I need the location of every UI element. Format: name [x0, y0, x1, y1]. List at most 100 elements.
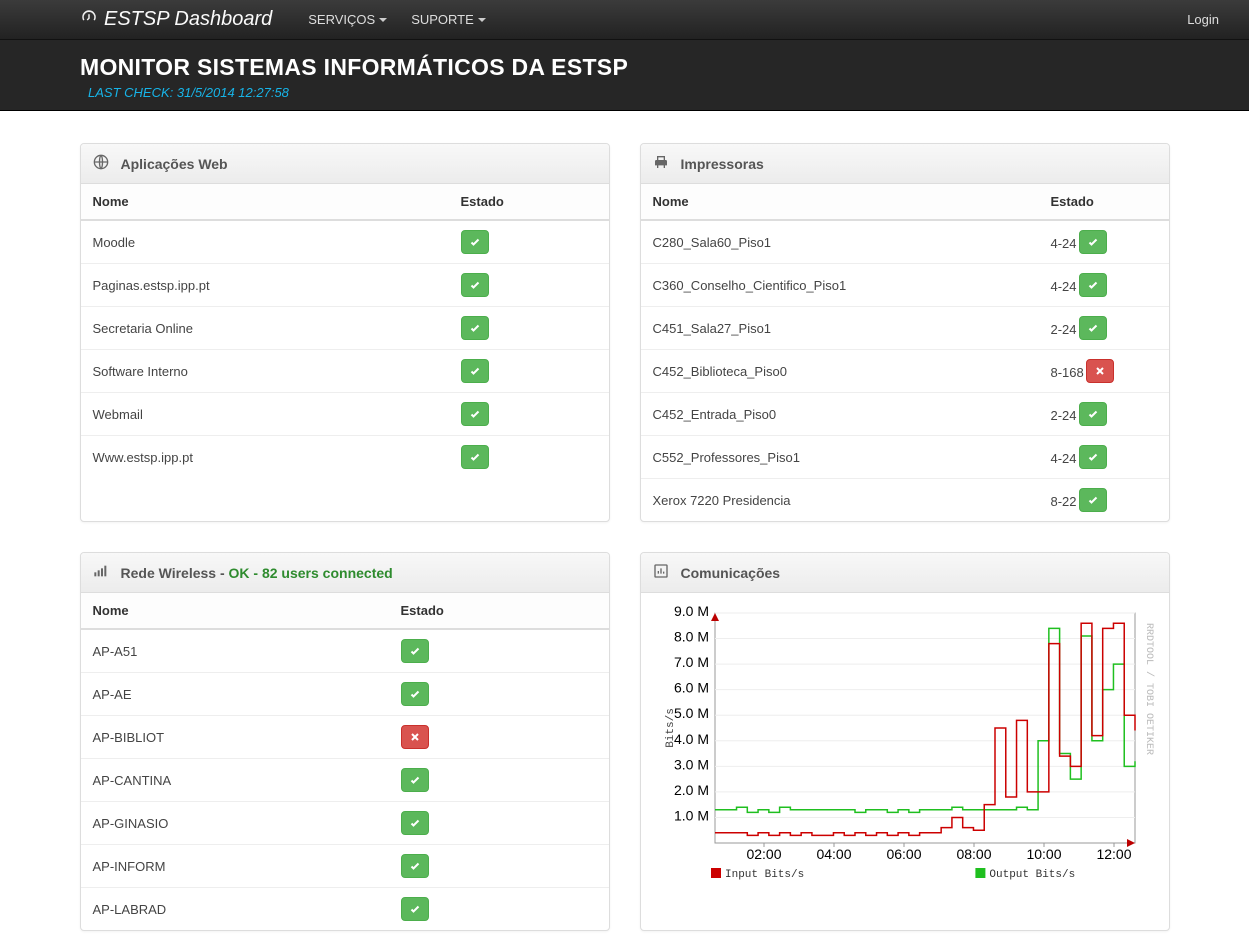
svg-text:04:00: 04:00: [816, 846, 851, 862]
svg-text:4.0 M: 4.0 M: [673, 731, 708, 747]
traffic-chart: 1.0 M2.0 M3.0 M4.0 M5.0 M6.0 M7.0 M8.0 M…: [649, 603, 1161, 883]
app-name: Paginas.estsp.ipp.pt: [81, 264, 449, 307]
table-row: C452_Entrada_Piso02-24: [641, 393, 1169, 436]
status-ok-badge[interactable]: [1079, 230, 1107, 254]
status-fail-badge[interactable]: [401, 725, 429, 749]
svg-text:02:00: 02:00: [746, 846, 781, 862]
table-row: C280_Sala60_Piso14-24: [641, 220, 1169, 264]
page-title: MONITOR SISTEMAS INFORMÁTICOS DA ESTSP: [80, 54, 1249, 81]
printer-name: C451_Sala27_Piso1: [641, 307, 1039, 350]
table-row: AP-AE: [81, 673, 609, 716]
app-name: Moodle: [81, 220, 449, 264]
wireless-status: OK - 82 users connected: [229, 565, 393, 581]
app-name: Webmail: [81, 393, 449, 436]
panel-printers: Impressoras Nome Estado C280_Sala60_Piso…: [640, 143, 1170, 522]
app-name: Secretaria Online: [81, 307, 449, 350]
ap-status: [389, 845, 609, 888]
status-ok-badge[interactable]: [401, 897, 429, 921]
status-ok-badge[interactable]: [461, 230, 489, 254]
app-status: [449, 264, 609, 307]
panel-wireless: Rede Wireless - OK - 82 users connected …: [80, 552, 610, 931]
status-ok-badge[interactable]: [461, 445, 489, 469]
panel-heading-wireless: Rede Wireless - OK - 82 users connected: [81, 553, 609, 593]
ap-status: [389, 673, 609, 716]
panel-comms: Comunicações 1.0 M2.0 M3.0 M4.0 M5.0 M6.…: [640, 552, 1170, 931]
nav-suporte[interactable]: SUPORTE: [399, 0, 498, 40]
bar-chart-icon: [653, 563, 671, 582]
table-row: Moodle: [81, 220, 609, 264]
table-row: Www.estsp.ipp.pt: [81, 436, 609, 479]
svg-text:RRDTOOL / TOBI OETIKER: RRDTOOL / TOBI OETIKER: [1143, 623, 1155, 755]
table-row: C552_Professores_Piso14-24: [641, 436, 1169, 479]
table-row: Paginas.estsp.ipp.pt: [81, 264, 609, 307]
table-row: C451_Sala27_Piso12-24: [641, 307, 1169, 350]
table-row: AP-A51: [81, 629, 609, 673]
printer-name: C360_Conselho_Cientifico_Piso1: [641, 264, 1039, 307]
printer-status: 4-24: [1039, 436, 1169, 479]
printer-status: 8-168: [1039, 350, 1169, 393]
status-ok-badge[interactable]: [461, 316, 489, 340]
app-status: [449, 307, 609, 350]
table-row: Secretaria Online: [81, 307, 609, 350]
ap-name: AP-BIBLIOT: [81, 716, 389, 759]
status-ok-badge[interactable]: [461, 402, 489, 426]
table-row: AP-GINASIO: [81, 802, 609, 845]
status-ok-badge[interactable]: [1079, 273, 1107, 297]
svg-text:6.0 M: 6.0 M: [673, 680, 708, 696]
panel-title: Comunicações: [681, 565, 781, 581]
brand[interactable]: ESTSP Dashboard: [80, 8, 272, 32]
ap-name: AP-INFORM: [81, 845, 389, 888]
table-row: AP-LABRAD: [81, 888, 609, 931]
app-status: [449, 220, 609, 264]
printer-name: Xerox 7220 Presidencia: [641, 479, 1039, 522]
table-row: Webmail: [81, 393, 609, 436]
apps-table: Nome Estado MoodlePaginas.estsp.ipp.ptSe…: [81, 184, 609, 478]
chevron-down-icon: [379, 18, 387, 22]
status-ok-badge[interactable]: [401, 682, 429, 706]
ap-name: AP-AE: [81, 673, 389, 716]
svg-text:Input Bits/s: Input Bits/s: [725, 869, 804, 881]
svg-text:8.0 M: 8.0 M: [673, 629, 708, 645]
status-ok-badge[interactable]: [401, 768, 429, 792]
login-label: Login: [1187, 12, 1219, 27]
table-row: AP-BIBLIOT: [81, 716, 609, 759]
col-nome: Nome: [641, 184, 1039, 220]
status-ok-badge[interactable]: [1079, 316, 1107, 340]
table-row: C452_Biblioteca_Piso08-168: [641, 350, 1169, 393]
table-row: Xerox 7220 Presidencia8-22: [641, 479, 1169, 522]
col-estado: Estado: [449, 184, 609, 220]
printer-name: C552_Professores_Piso1: [641, 436, 1039, 479]
wireless-table: Nome Estado AP-A51AP-AEAP-BIBLIOTAP-CANT…: [81, 593, 609, 930]
status-ok-badge[interactable]: [401, 854, 429, 878]
panel-apps: Aplicações Web Nome Estado MoodlePaginas…: [80, 143, 610, 522]
col-estado: Estado: [389, 593, 609, 629]
status-ok-badge[interactable]: [1079, 488, 1107, 512]
printer-status: 4-24: [1039, 220, 1169, 264]
svg-text:Bits/s: Bits/s: [665, 708, 677, 748]
app-name: Www.estsp.ipp.pt: [81, 436, 449, 479]
nav-servicos[interactable]: SERVIÇOS: [296, 0, 399, 40]
status-ok-badge[interactable]: [461, 359, 489, 383]
status-fail-badge[interactable]: [1086, 359, 1114, 383]
ap-name: AP-LABRAD: [81, 888, 389, 931]
printer-icon: [653, 154, 671, 173]
main-content: Aplicações Web Nome Estado MoodlePaginas…: [70, 111, 1180, 951]
header-bar: MONITOR SISTEMAS INFORMÁTICOS DA ESTSP L…: [0, 40, 1249, 111]
svg-text:12:00: 12:00: [1096, 846, 1131, 862]
chevron-down-icon: [478, 18, 486, 22]
signal-icon: [93, 563, 111, 582]
last-check-label: LAST CHECK: 31/5/2014 12:27:58: [88, 85, 1249, 100]
printer-name: C280_Sala60_Piso1: [641, 220, 1039, 264]
col-nome: Nome: [81, 593, 389, 629]
login-link[interactable]: Login: [1175, 0, 1231, 40]
status-ok-badge[interactable]: [461, 273, 489, 297]
status-ok-badge[interactable]: [401, 811, 429, 835]
globe-icon: [93, 154, 111, 173]
dashboard-icon: [80, 8, 98, 32]
ap-status: [389, 802, 609, 845]
status-ok-badge[interactable]: [1079, 402, 1107, 426]
ap-status: [389, 759, 609, 802]
ap-name: AP-A51: [81, 629, 389, 673]
status-ok-badge[interactable]: [1079, 445, 1107, 469]
status-ok-badge[interactable]: [401, 639, 429, 663]
